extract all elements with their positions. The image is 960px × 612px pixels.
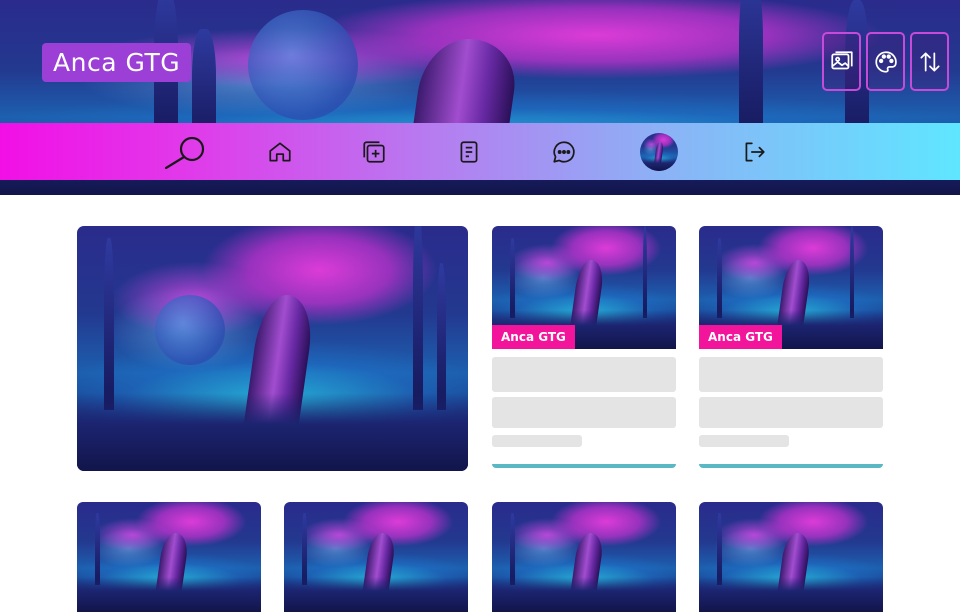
avatar: [640, 132, 678, 171]
post-thumbnail[interactable]: [492, 502, 676, 612]
palette-icon: [874, 50, 897, 73]
author-badge[interactable]: Anca GTG: [699, 325, 782, 349]
wallpaper-button[interactable]: [822, 32, 861, 91]
document-icon: [460, 140, 478, 163]
card-accent-bar: [699, 464, 883, 468]
nav-new-post[interactable]: [351, 123, 397, 180]
add-square-icon: [363, 140, 385, 163]
post-thumbnail[interactable]: Anca GTG: [492, 226, 676, 349]
meta-placeholder: [699, 435, 789, 447]
nav-pages[interactable]: [446, 123, 492, 180]
theme-button[interactable]: [866, 32, 905, 91]
main-navigation: [0, 123, 960, 180]
excerpt-placeholder: [492, 397, 676, 428]
title-placeholder: [492, 357, 676, 392]
header-toolbar: [822, 32, 949, 91]
card-accent-bar: [492, 464, 676, 468]
swap-vertical-icon: [919, 51, 940, 72]
sort-button[interactable]: [910, 32, 949, 91]
nav-home[interactable]: [257, 123, 303, 180]
site-title[interactable]: Anca GTG: [42, 43, 192, 82]
home-icon: [269, 141, 291, 162]
post-thumbnail[interactable]: [699, 502, 883, 612]
nav-logout[interactable]: [731, 123, 777, 180]
post-card[interactable]: Anca GTG: [492, 226, 676, 468]
search-icon: [164, 136, 205, 169]
nav-search[interactable]: [164, 123, 210, 180]
post-thumbnail[interactable]: Anca GTG: [699, 226, 883, 349]
nav-messages[interactable]: [541, 123, 587, 180]
post-card[interactable]: Anca GTG: [699, 226, 883, 468]
post-thumbnail[interactable]: [284, 502, 468, 612]
logout-icon: [745, 141, 765, 162]
chat-bubble-icon: [553, 140, 575, 163]
meta-placeholder: [492, 435, 582, 447]
featured-post-image[interactable]: [77, 226, 468, 471]
title-placeholder: [699, 357, 883, 392]
excerpt-placeholder: [699, 397, 883, 428]
author-badge[interactable]: Anca GTG: [492, 325, 575, 349]
post-thumbnail[interactable]: [77, 502, 261, 612]
image-icon: [830, 50, 853, 69]
nav-profile[interactable]: [636, 123, 682, 180]
